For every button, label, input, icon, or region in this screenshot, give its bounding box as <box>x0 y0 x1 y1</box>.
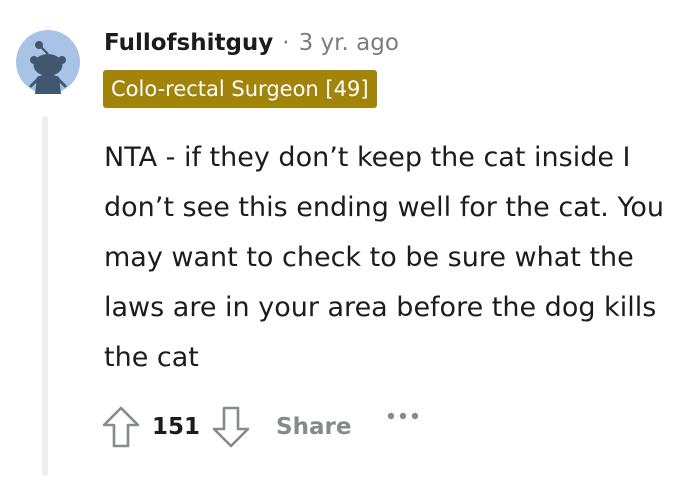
timestamp[interactable]: 3 yr. ago <box>299 30 399 56</box>
avatar[interactable] <box>16 30 80 94</box>
upvote-arrow-icon <box>102 406 140 448</box>
comment-header: Fullofshitguy · 3 yr. ago <box>104 25 399 61</box>
downvote-arrow-icon <box>212 406 250 448</box>
more-options-button[interactable] <box>383 404 423 450</box>
downvote-button[interactable] <box>210 404 252 450</box>
comment-body: NTA - if they don’t keep the cat inside … <box>104 142 664 373</box>
vote-score: 151 <box>152 414 201 440</box>
comment-actions: 151 Share <box>100 404 423 450</box>
username[interactable]: Fullofshitguy <box>104 30 273 56</box>
user-flair: Colo-rectal Surgeon [49] <box>103 70 377 108</box>
meta-separator: · <box>282 30 290 56</box>
more-options-icon <box>388 412 419 420</box>
upvote-button[interactable] <box>100 404 142 450</box>
snoo-avatar-icon <box>16 30 80 94</box>
share-button[interactable]: Share <box>276 414 351 440</box>
comment: Fullofshitguy · 3 yr. ago Colo-rectal Su… <box>0 0 700 500</box>
thread-collapse-line[interactable] <box>42 116 48 476</box>
